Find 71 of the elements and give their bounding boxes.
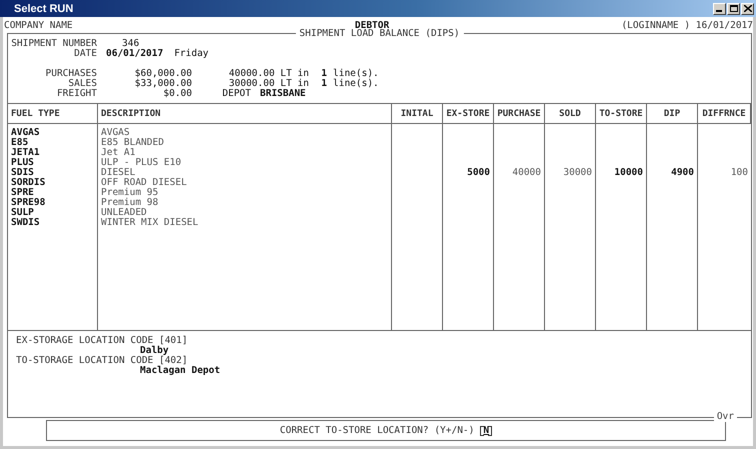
field-label: DEPOT — [221, 88, 251, 98]
module-name: DEBTOR — [354, 20, 390, 30]
table-cell: 100 — [730, 168, 748, 178]
field-value: 40000.00 LT in — [228, 68, 309, 78]
field-value: line(s). — [333, 78, 379, 88]
field-value: 06/01/2017 — [106, 48, 164, 58]
table-cell: Premium 95 — [101, 188, 158, 198]
answer-field[interactable]: N — [480, 426, 492, 436]
field-label: DATE — [73, 48, 97, 58]
close-button[interactable] — [741, 2, 754, 14]
table-cell: 5000 — [467, 168, 490, 178]
table-cell: SPRE — [11, 188, 34, 198]
column-header: PURCHASE — [494, 104, 545, 124]
field-label: PURCHASES — [44, 68, 97, 78]
table-cell: Premium 98 — [101, 198, 158, 208]
location-label: EX-STORAGE LOCATION CODE [401] — [16, 336, 189, 346]
maximize-icon — [730, 5, 738, 12]
company-name: COMPANY NAME — [4, 20, 73, 30]
field-label: SALES — [67, 78, 97, 88]
column-header: FUEL TYPE — [8, 104, 98, 124]
table-cell: UNLEADED — [101, 208, 147, 218]
field-value: line(s). — [333, 68, 379, 78]
table-cell: OFF ROAD DIESEL — [101, 178, 187, 188]
panel-title: SHIPMENT LOAD BALANCE (DIPS) — [295, 28, 464, 39]
minimize-button[interactable] — [713, 2, 726, 14]
table-cell: SORDIS — [11, 178, 46, 188]
field-value: 346 — [122, 38, 140, 48]
column-header: DIFFRNCE — [698, 104, 751, 124]
table-cell: 10000 — [614, 168, 643, 178]
table-cell: DIESEL — [101, 168, 136, 178]
location-name: Dalby — [140, 346, 169, 356]
column-header: EX-STORE — [443, 104, 494, 124]
field-value: 1 — [320, 78, 327, 88]
window-title: Select RUN — [14, 2, 74, 14]
table-cell: 40000 — [512, 168, 541, 178]
table-cell: AVGAS — [11, 128, 40, 138]
column-header: DESCRIPTION — [98, 104, 392, 124]
table-cell: SWDIS — [11, 218, 40, 228]
table-cell: WINTER MIX DIESEL — [101, 218, 198, 228]
table-cell: SULP — [11, 208, 34, 218]
maximize-button[interactable] — [727, 2, 740, 14]
table-cell: Jet A1 — [101, 148, 136, 158]
table-cell: 4900 — [671, 168, 694, 178]
column-header: TO-STORE — [596, 104, 647, 124]
field-value: $0.00 — [162, 88, 192, 98]
table-cell: SPRE98 — [11, 198, 46, 208]
mode-indicator: Ovr — [714, 411, 737, 422]
prompt-question: CORRECT TO-STORE LOCATION? (Y+/N-) — [280, 425, 474, 436]
field-value: Friday — [174, 48, 209, 58]
table-cell: JETA1 — [11, 148, 40, 158]
login-date: (LOGINNAME ) 16/01/2017 — [621, 20, 753, 30]
table-cell: PLUS — [11, 158, 34, 168]
field-value: 1 — [320, 68, 327, 78]
column-header: INITAL — [392, 104, 443, 124]
table-cell: ULP - PLUS E10 — [101, 158, 182, 168]
table-cell: 30000 — [563, 168, 592, 178]
location-name: Maclagan Depot — [140, 366, 222, 376]
field-value: $33,000.00 — [134, 78, 192, 88]
column-header: SOLD — [545, 104, 596, 124]
column-header: DIP — [647, 104, 698, 124]
field-label: SHIPMENT NUMBER — [11, 38, 97, 48]
table-cell: E85 BLANDED — [101, 138, 164, 148]
field-value: 30000.00 LT in — [228, 78, 309, 88]
field-value: BRISBANE — [260, 88, 306, 98]
close-icon — [744, 5, 752, 12]
field-label: FREIGHT — [56, 88, 97, 98]
table-cell: AVGAS — [101, 128, 130, 138]
table-cell: E85 — [11, 138, 28, 148]
table-cell: SDIS — [11, 168, 34, 178]
location-label: TO-STORAGE LOCATION CODE [402] — [16, 356, 189, 366]
field-value: $60,000.00 — [134, 68, 192, 78]
